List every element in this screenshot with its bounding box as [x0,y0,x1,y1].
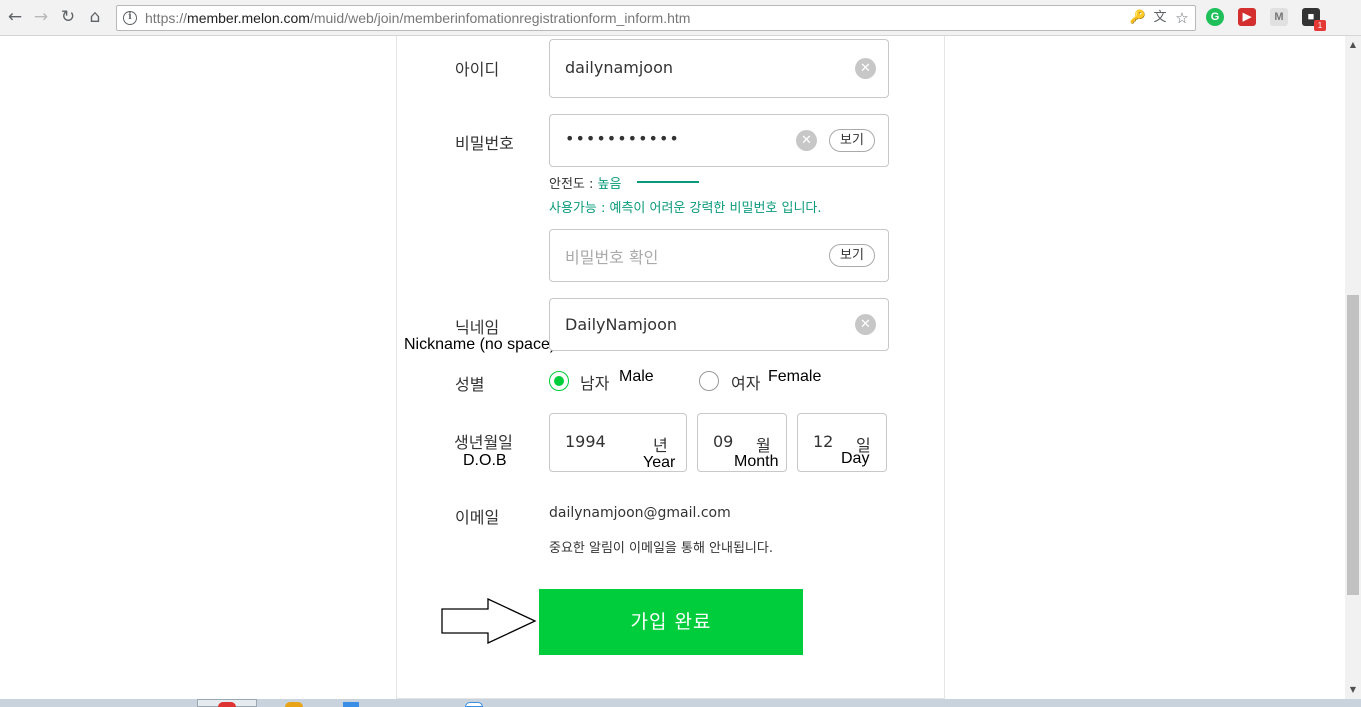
translate-icon[interactable]: 文 [1151,9,1169,27]
os-taskbar [0,699,1361,707]
gender-female-radio[interactable] [699,371,719,391]
dob-year-value: 1994 [565,432,606,451]
nickname-input[interactable]: DailyNamjoon ✕ [549,298,889,351]
email-note: 중요한 알림이 이메일을 통해 안내됩니다. [549,541,773,556]
clear-icon[interactable]: ✕ [855,58,876,79]
dob-annotation: D.O.B [463,452,507,469]
app-icon[interactable] [465,702,483,707]
folder-icon[interactable] [285,702,303,707]
strength-prefix: 안전도 : [549,177,598,192]
password-label: 비밀번호 [455,134,514,153]
password-confirm-input[interactable]: 비밀번호 확인 보기 [549,229,889,282]
password-value: ••••••••••• [565,129,680,148]
nickname-label: 닉네임 [455,318,500,337]
dob-label: 생년월일 [454,433,513,452]
show-password-button[interactable]: 보기 [829,129,875,152]
gender-male-radio[interactable] [549,371,569,391]
scroll-up-icon[interactable]: ▲ [1345,38,1361,52]
dob-year-annotation: Year [643,454,676,471]
email-label: 이메일 [455,508,500,527]
forward-icon[interactable]: → [30,6,52,28]
scroll-down-icon[interactable]: ▼ [1345,683,1361,697]
reload-icon[interactable]: ↻ [57,6,79,28]
dob-day-input[interactable]: 12 일 Day [797,413,887,472]
signup-form: 아이디 dailynamjoon ✕ 비밀번호 ••••••••••• ✕ 보기… [396,36,945,699]
clear-icon[interactable]: ✕ [796,130,817,151]
app-icon[interactable] [343,702,359,707]
extension-gray-icon[interactable]: M [1270,8,1288,26]
strength-bar [637,181,699,183]
submit-button[interactable]: 가입 완료 [539,589,803,655]
url-path: /muid/web/join/memberinfomationregistrat… [309,10,691,26]
password-confirm-placeholder: 비밀번호 확인 [565,248,659,267]
star-icon[interactable]: ☆ [1173,9,1191,27]
info-icon[interactable]: i [123,11,137,25]
extension-badge: 1 [1314,20,1326,31]
strength-value: 높음 [597,177,622,192]
gender-label: 성별 [455,375,485,394]
dob-day-value: 12 [813,432,834,451]
password-strength: 안전도 : 높음 [549,173,621,192]
dob-month-value: 09 [713,432,734,451]
home-icon[interactable]: ⌂ [84,6,106,28]
dob-month-annotation: Month [734,453,779,470]
nickname-value: DailyNamjoon [565,315,678,334]
back-icon[interactable]: ← [4,6,26,28]
extension-green-icon[interactable]: G [1206,8,1224,26]
gender-male-annotation: Male [619,368,654,385]
url-prefix: https:// [145,10,188,26]
address-bar[interactable]: i https://member.melon.com/muid/web/join… [116,5,1196,31]
page-scrollbar[interactable]: ▲ ▼ [1345,36,1361,699]
email-value: dailynamjoon@gmail.com [549,505,731,521]
password-message: 사용가능 : 예측이 어려운 강력한 비밀번호 입니다. [549,201,822,216]
url-host: member.melon.com [187,10,310,26]
dob-month-input[interactable]: 09 월 Month [697,413,787,472]
id-label: 아이디 [455,60,500,79]
password-input[interactable]: ••••••••••• ✕ 보기 [549,114,889,167]
id-value: dailynamjoon [565,58,674,77]
nickname-annotation: Nickname (no space) [404,336,556,353]
gender-male-label[interactable]: 남자 [580,370,609,394]
gender-female-annotation: Female [768,368,822,385]
dob-year-unit: 년 [653,436,668,455]
chrome-icon [218,702,236,707]
dob-year-input[interactable]: 1994 년 Year [549,413,687,472]
show-password-confirm-button[interactable]: 보기 [829,244,875,267]
dob-day-annotation: Day [841,450,870,467]
id-input[interactable]: dailynamjoon ✕ [549,39,889,98]
extension-red-icon[interactable]: ▶ [1238,8,1256,26]
gender-female-label[interactable]: 여자 [731,370,760,394]
browser-toolbar: ← → ↻ ⌂ i https://member.melon.com/muid/… [0,0,1361,36]
clear-icon[interactable]: ✕ [855,314,876,335]
key-icon[interactable]: 🔑 [1129,9,1147,27]
scroll-thumb[interactable] [1347,295,1359,595]
url-text[interactable]: https://member.melon.com/muid/web/join/m… [145,10,690,26]
pointer-arrow-icon [441,598,537,644]
